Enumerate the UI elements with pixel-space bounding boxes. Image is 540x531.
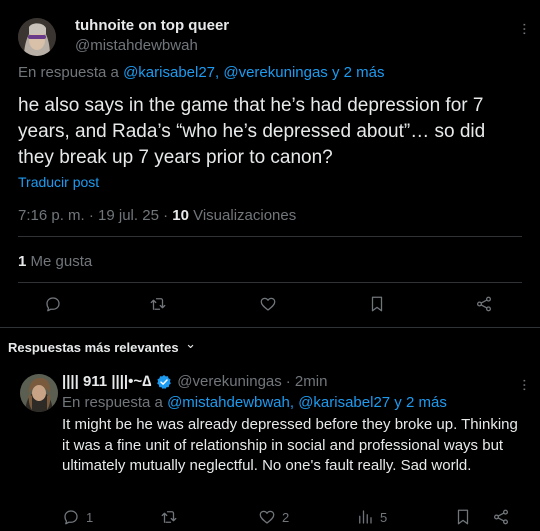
views-icon[interactable]: 5 [356,506,387,528]
likes-count: 1 [18,253,27,270]
reply-count: 1 [86,509,94,525]
reply-context-targets[interactable]: @mistahdewbwah, @karisabel27 y 2 más [167,394,447,411]
divider [18,282,522,283]
reply-display-name[interactable]: |||| 911 ||||•~∆ [62,373,151,390]
like-icon[interactable] [257,293,279,315]
post-meta: 7:16 p. m. · 19 jul. 25 · 10 Visualizaci… [18,207,296,224]
retweet-icon[interactable] [147,293,169,315]
post-timestamp[interactable]: 7:16 p. m. · 19 jul. 25 · [18,207,168,224]
bookmark-icon[interactable] [454,506,472,528]
share-icon[interactable] [492,506,510,528]
avatar-image [18,18,56,56]
chevron-down-icon: ⌄ [185,336,197,351]
likes-stat[interactable]: 1 Me gusta [18,253,92,270]
views-label: Visualizaciones [193,207,297,224]
bookmark-icon[interactable] [366,293,388,315]
share-icon[interactable] [473,293,495,315]
retweet-icon[interactable] [160,506,178,528]
author-handle[interactable]: @mistahdewbwah [75,37,198,54]
author-avatar[interactable] [18,18,56,56]
reply-handle[interactable]: @verekuningas [177,373,281,390]
reply-icon[interactable] [42,293,64,315]
reply-context-targets[interactable]: @karisabel27, @verekuningas y 2 más [123,64,384,81]
like-icon[interactable]: 2 [258,506,289,528]
replies-sort-label: Respuestas más relevantes [8,340,179,355]
avatar-image [20,374,58,412]
reply-body: It might be he was already depressed bef… [62,416,518,474]
reply-context-prefix: En respuesta a [62,394,163,411]
views-count: 10 [172,207,189,224]
more-icon[interactable]: ··· [516,378,533,391]
reply-context: En respuesta a @mistahdewbwah, @karisabe… [62,394,447,411]
reply-action-bar: 1 2 5 [62,506,522,528]
replies-sort-dropdown[interactable]: Respuestas más relevantes ⌄ [8,336,196,356]
reply-icon[interactable]: 1 [62,506,93,528]
reply-author-line: |||| 911 ||||•~∆ @verekuningas · 2min [62,373,327,390]
likes-label: Me gusta [30,253,93,270]
reply-time[interactable]: · 2min [286,373,328,390]
reply-context-prefix: En respuesta a [18,64,119,81]
section-divider [0,327,540,328]
verified-badge-icon [156,374,172,390]
reply-context: En respuesta a @karisabel27, @verekuning… [18,64,385,81]
post-body: he also says in the game that he’s had d… [18,95,486,168]
view-count: 5 [380,509,388,525]
divider [18,236,522,237]
more-icon[interactable]: ··· [516,22,533,35]
author-display-name[interactable]: tuhnoite on top queer [75,17,229,34]
translate-link[interactable]: Traducir post [18,174,99,190]
reply-avatar[interactable] [20,374,58,412]
like-count: 2 [282,509,290,525]
